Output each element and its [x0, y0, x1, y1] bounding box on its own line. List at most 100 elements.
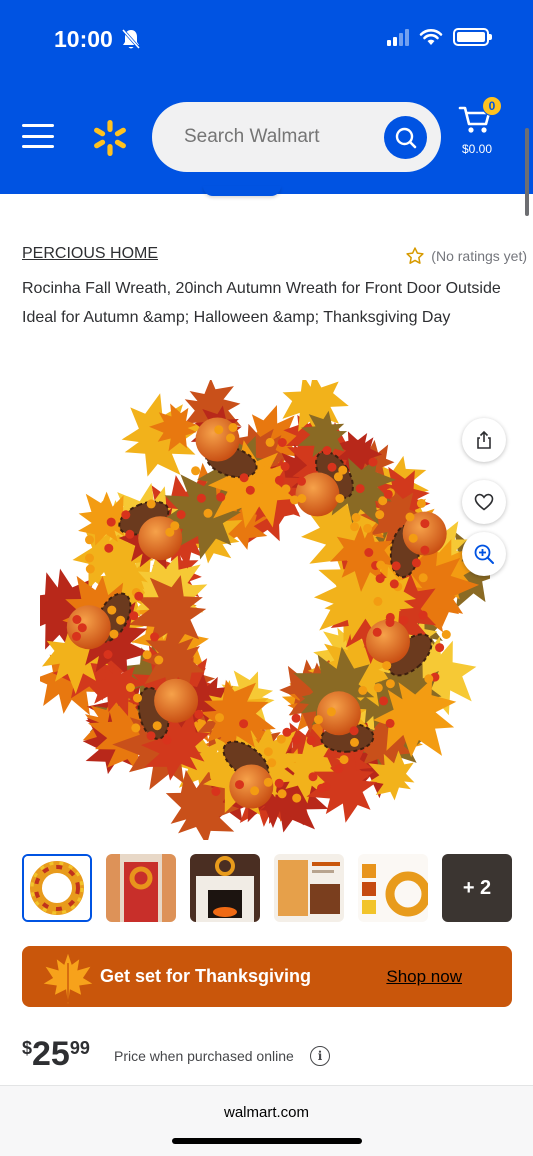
wreath-berry [109, 629, 119, 639]
search-icon [395, 127, 416, 148]
wreath-berry [373, 596, 383, 606]
url-bar[interactable]: walmart.com [0, 1104, 533, 1121]
wreath-berry [239, 719, 249, 729]
wreath-berry [116, 615, 126, 625]
home-indicator [172, 1138, 362, 1144]
wreath-berry [291, 735, 301, 745]
wreath-berry [235, 780, 244, 790]
signal-icon [387, 28, 409, 46]
wreath-berry [372, 627, 382, 637]
wreath-berry [424, 674, 434, 684]
promo-banner[interactable]: Get set for Thanksgiving Shop now [22, 946, 512, 1007]
wreath-berry [104, 543, 114, 553]
price: $ 25 99 [22, 1036, 90, 1072]
wreath-berry [142, 650, 152, 660]
thumbnail-more-label: + 2 [462, 876, 492, 899]
wreath-pumpkin [66, 605, 111, 650]
wreath-berry [196, 493, 206, 503]
wreath-berry [364, 548, 374, 557]
thumbnail-fireplace[interactable] [190, 854, 260, 922]
wreath-berry [408, 533, 418, 543]
thumbnail-features[interactable] [274, 854, 344, 922]
wreath-berry [103, 650, 113, 659]
wreath-berry [405, 512, 415, 522]
wreath-berry [72, 631, 81, 641]
wreath-berry [152, 721, 162, 731]
wreath-berry [292, 793, 302, 803]
price-dollars: 25 [32, 1035, 70, 1073]
wreath-berry [129, 611, 139, 621]
wreath-berry [411, 558, 421, 568]
wreath-berry [239, 473, 249, 483]
wreath-berry [250, 786, 260, 796]
wreath-berry [274, 475, 284, 485]
status-icons [387, 28, 492, 46]
star-outline-icon [406, 247, 424, 264]
wreath-berry [368, 457, 378, 467]
search-input[interactable] [184, 126, 374, 148]
wreath-berry [435, 643, 445, 653]
wreath-berry [133, 693, 142, 703]
thumbnail-wreath[interactable] [22, 854, 92, 922]
wreath-berry [363, 523, 373, 533]
wreath-berry [308, 772, 318, 782]
wreath-berry [385, 679, 395, 689]
wreath-berry [314, 715, 323, 725]
wreath-berry [267, 758, 277, 768]
wreath-berry [399, 615, 409, 625]
wreath-pumpkin [154, 678, 199, 723]
wreath-berry [176, 510, 186, 520]
wreath-berry [327, 462, 337, 472]
product-title: Rocinha Fall Wreath, 20inch Autumn Wreat… [22, 280, 501, 326]
price-currency: $ [22, 1038, 33, 1058]
thumbnail-more[interactable]: + 2 [442, 854, 512, 922]
price-note: Price when purchased online [114, 1048, 294, 1064]
shop-now-link[interactable]: Shop now [386, 967, 462, 987]
wreath-berry [389, 579, 399, 589]
cart-total: $0.00 [462, 142, 493, 156]
scroll-indicator [525, 128, 529, 216]
cart-button[interactable]: 0 $0.00 [458, 96, 504, 160]
bell-off-icon [121, 29, 141, 49]
wreath-berry [263, 747, 273, 757]
product-image-wreath [40, 380, 490, 840]
wreath-berry [306, 736, 316, 746]
wreath-berry [326, 707, 336, 717]
wreath-berry [418, 573, 428, 583]
heart-icon [474, 493, 494, 511]
wreath-berry [274, 778, 284, 788]
brand-link[interactable]: PERCIOUS HOME [22, 245, 158, 263]
wreath-berry [383, 489, 393, 499]
wreath-berry [254, 476, 264, 486]
search-button[interactable] [384, 116, 427, 159]
favorite-button[interactable] [462, 480, 506, 524]
share-button[interactable] [462, 418, 506, 462]
wreath-berry [277, 789, 287, 799]
wreath-berry [418, 610, 428, 620]
thumbnail-door[interactable] [106, 854, 176, 922]
search-bar[interactable] [152, 102, 441, 172]
wreath-berry [350, 737, 359, 747]
wreath-berry [215, 713, 224, 723]
zoom-button[interactable] [462, 532, 506, 576]
wreath-berry [245, 485, 255, 495]
wifi-icon [419, 29, 443, 45]
wreath-berry [203, 508, 213, 518]
share-icon [477, 430, 491, 449]
wreath-berry [333, 472, 343, 482]
walmart-spark-logo[interactable] [90, 118, 130, 158]
wreath-berry [355, 484, 365, 494]
wreath-berry [373, 683, 383, 693]
thumbnail-details[interactable] [358, 854, 428, 922]
wreath-berry [100, 500, 110, 510]
info-icon[interactable]: i [310, 1046, 330, 1066]
menu-button[interactable] [22, 124, 54, 148]
wreath-berry [322, 446, 332, 455]
wreath-berry [385, 718, 395, 728]
zoom-in-icon [474, 544, 494, 564]
wreath-berry [125, 683, 135, 692]
wreath-berry [226, 433, 235, 443]
wreath-berry [85, 553, 94, 563]
rating[interactable]: (No ratings yet) [405, 246, 527, 266]
wreath-berry [277, 438, 287, 447]
